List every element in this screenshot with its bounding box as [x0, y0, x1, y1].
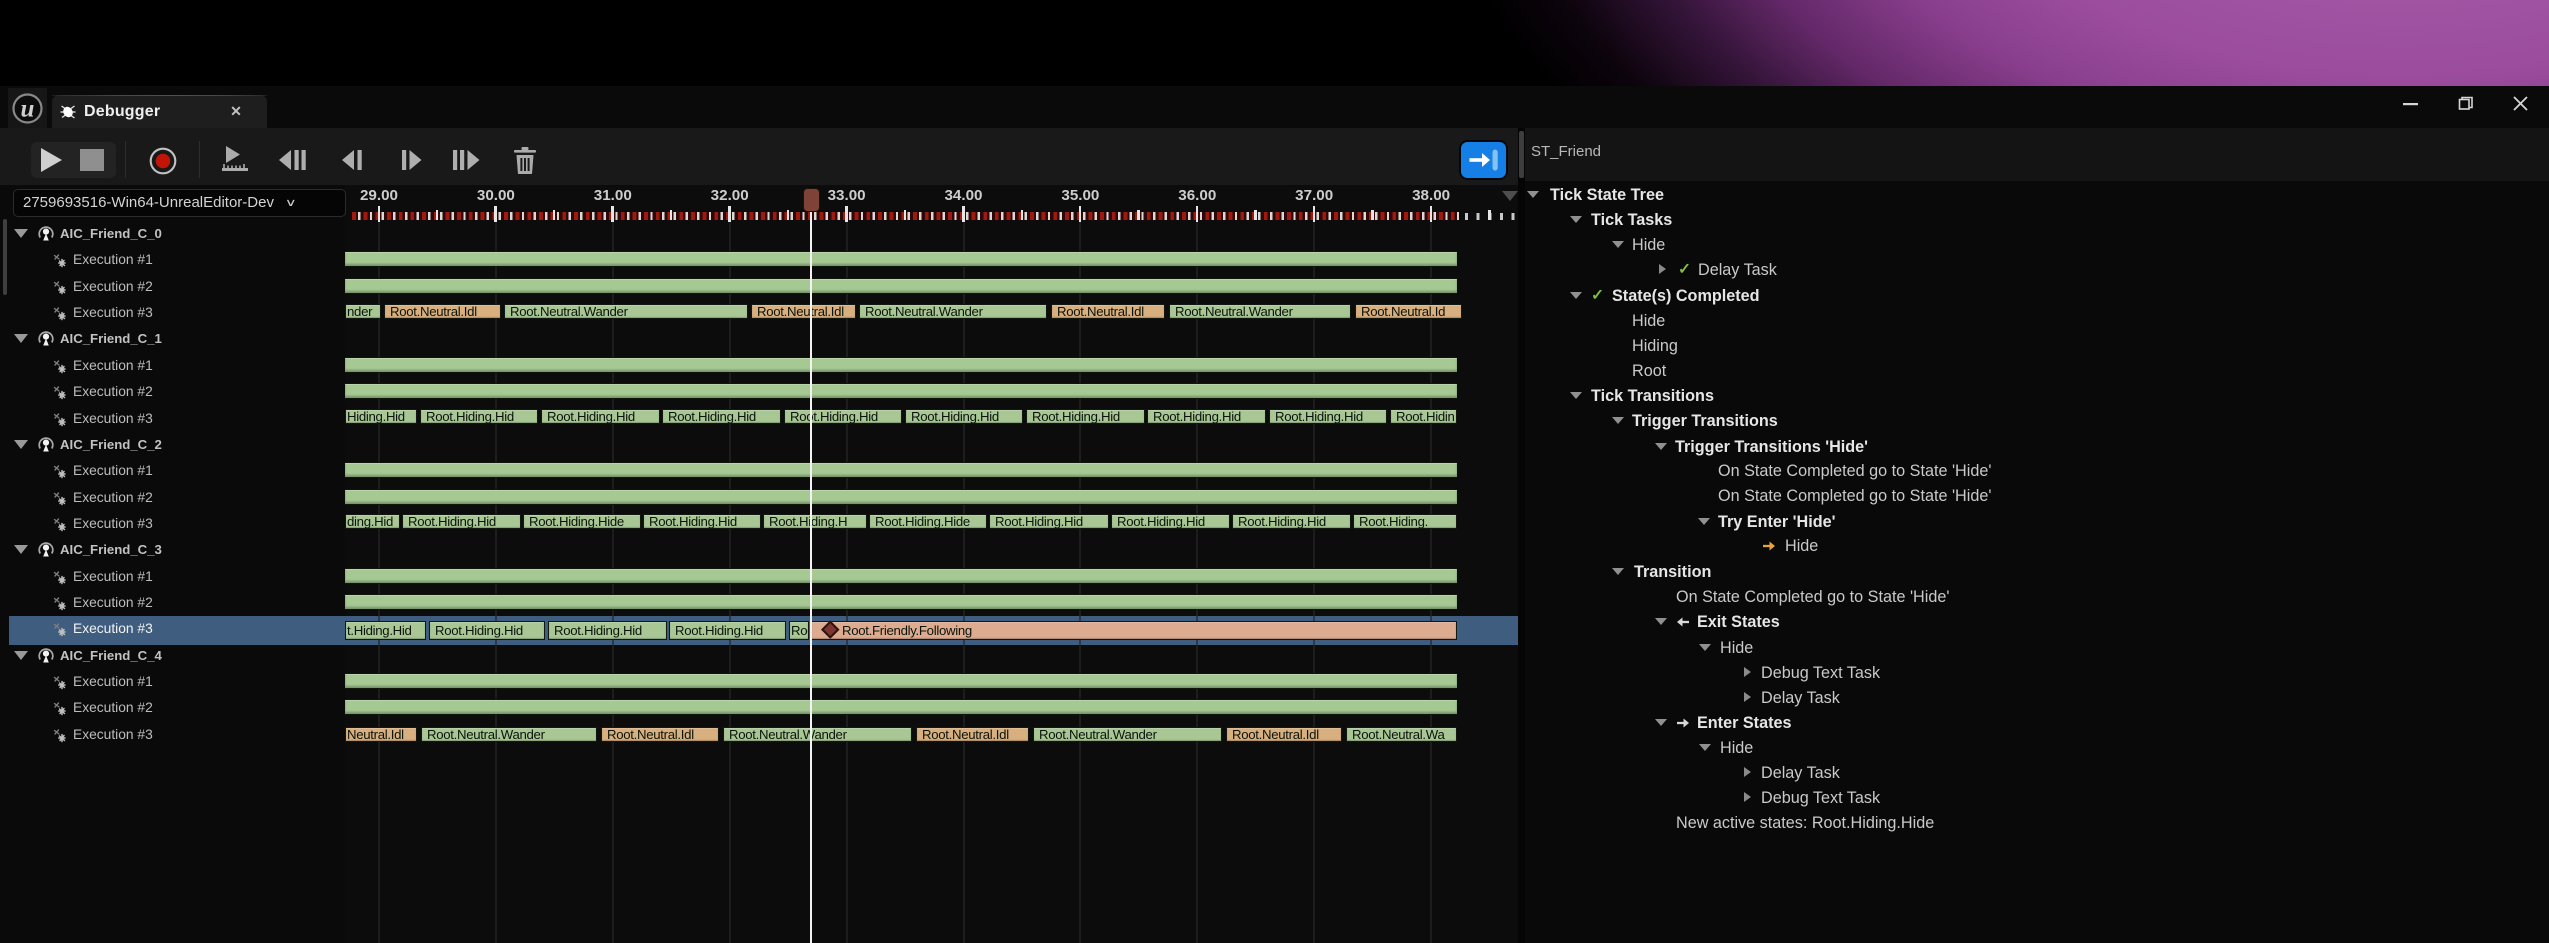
- svg-text:u: u: [21, 96, 35, 123]
